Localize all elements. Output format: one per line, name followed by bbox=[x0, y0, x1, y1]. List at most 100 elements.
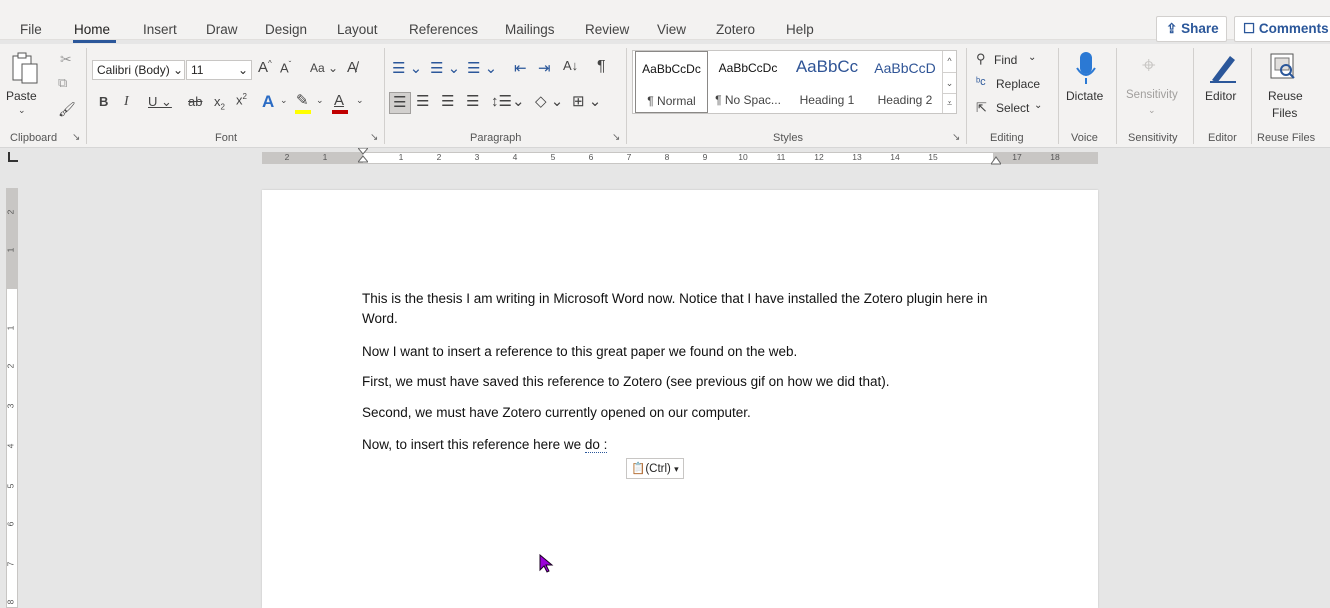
font-launcher-icon[interactable]: ↘ bbox=[370, 132, 378, 143]
ruler-number: 5 bbox=[5, 483, 16, 489]
group-divider bbox=[384, 48, 385, 144]
mouse-cursor-icon bbox=[539, 554, 554, 573]
align-center-icon[interactable]: ☰ bbox=[416, 94, 429, 109]
bold-icon[interactable]: B bbox=[99, 95, 108, 108]
paragraph-1[interactable]: This is the thesis I am writing in Micro… bbox=[362, 289, 1002, 329]
font-color-icon[interactable]: A bbox=[334, 93, 344, 108]
style-heading-1[interactable]: AaBbCc Heading 1 bbox=[788, 51, 866, 113]
ruler-number: 14 bbox=[890, 152, 900, 162]
tab-layout[interactable]: Layout bbox=[337, 22, 378, 37]
chevron-down-icon[interactable]: ⌄ bbox=[280, 96, 288, 105]
tab-review[interactable]: Review bbox=[585, 22, 629, 37]
tab-view[interactable]: View bbox=[657, 22, 686, 37]
styles-launcher-icon[interactable]: ↘ bbox=[952, 132, 960, 143]
ruler-number: 6 bbox=[5, 521, 16, 527]
strikethrough-icon[interactable]: ab bbox=[188, 95, 202, 108]
gallery-more-icon[interactable]: ⩡ bbox=[942, 93, 956, 113]
dictate-button[interactable]: Dictate bbox=[1062, 50, 1110, 120]
tab-zotero[interactable]: Zotero bbox=[716, 22, 755, 37]
ruler-left-margin bbox=[263, 153, 363, 163]
paragraph-5-text: Now, to insert this reference here we bbox=[362, 437, 585, 452]
reuse-files-button[interactable]: Reuse Files bbox=[1256, 50, 1312, 122]
tab-stop-selector[interactable] bbox=[8, 152, 18, 162]
change-case-button[interactable]: Aa ⌄ bbox=[310, 62, 338, 74]
align-right-icon[interactable]: ☰ bbox=[441, 94, 454, 109]
style-no-spacing[interactable]: AaBbCcDc ¶ No Spac... bbox=[710, 51, 786, 113]
chevron-down-icon[interactable]: ⌄ bbox=[316, 96, 324, 105]
shading-icon[interactable]: ◇ ⌄ bbox=[535, 94, 563, 109]
superscript-icon[interactable]: x2 bbox=[236, 93, 247, 107]
bullets-icon[interactable]: ☰ ⌄ bbox=[392, 61, 422, 76]
tab-design[interactable]: Design bbox=[265, 22, 307, 37]
paragraph-3[interactable]: First, we must have saved this reference… bbox=[362, 372, 1002, 392]
paragraph-5[interactable]: Now, to insert this reference here we do… bbox=[362, 435, 1002, 455]
clipboard-icon: 📋 bbox=[631, 463, 646, 475]
gallery-scroll-up-icon[interactable]: ^ bbox=[942, 51, 956, 72]
vertical-ruler-top-margin bbox=[7, 189, 17, 289]
multilevel-list-icon[interactable]: ☰ ⌄ bbox=[467, 61, 497, 76]
line-spacing-icon[interactable]: ↕☰⌄ bbox=[491, 94, 525, 109]
paragraph-launcher-icon[interactable]: ↘ bbox=[612, 132, 620, 143]
find-button[interactable]: ⚲ Find ⌄ bbox=[976, 52, 1046, 70]
select-button[interactable]: ⇱ Select ⌄ bbox=[976, 100, 1046, 118]
gallery-scroll-down-icon[interactable]: ⌄ bbox=[942, 72, 956, 93]
paragraph-4[interactable]: Second, we must have Zotero currently op… bbox=[362, 403, 1002, 423]
tab-insert[interactable]: Insert bbox=[143, 22, 177, 37]
cut-icon[interactable]: ✂ bbox=[60, 52, 72, 66]
paste-options-button[interactable]: 📋(Ctrl) ▾ bbox=[626, 458, 684, 479]
justify-icon[interactable]: ☰ bbox=[466, 94, 479, 109]
tab-help[interactable]: Help bbox=[786, 22, 814, 37]
right-indent-marker[interactable] bbox=[991, 155, 1001, 165]
chevron-down-icon: ⌄ bbox=[18, 105, 26, 115]
tab-home[interactable]: Home bbox=[74, 22, 110, 37]
underline-icon[interactable]: U ⌄ bbox=[148, 95, 172, 108]
grow-font-icon[interactable]: A^ bbox=[258, 60, 272, 76]
text-effects-icon[interactable]: A bbox=[262, 93, 274, 110]
increase-indent-icon[interactable]: ⇥ bbox=[538, 61, 551, 76]
tab-draw[interactable]: Draw bbox=[206, 22, 238, 37]
ruler-number: 10 bbox=[738, 152, 748, 162]
highlight-color-swatch bbox=[295, 110, 311, 114]
group-divider bbox=[1251, 48, 1252, 144]
chevron-down-icon[interactable]: ⌄ bbox=[356, 96, 364, 105]
clear-formatting-icon[interactable]: A̸ bbox=[347, 60, 357, 75]
highlight-icon[interactable]: ✎ bbox=[296, 93, 309, 108]
style-heading-2[interactable]: AaBbCcD Heading 2 bbox=[868, 51, 942, 113]
editor-button[interactable]: Editor bbox=[1199, 50, 1247, 120]
left-indent-marker[interactable] bbox=[358, 148, 368, 164]
show-formatting-icon[interactable]: ¶ bbox=[597, 59, 606, 75]
italic-icon[interactable]: I bbox=[124, 95, 129, 109]
tab-references[interactable]: References bbox=[409, 22, 478, 37]
horizontal-ruler[interactable]: 2 1 1 2 3 4 5 6 7 8 9 10 11 12 13 14 15 … bbox=[262, 148, 1098, 165]
numbering-icon[interactable]: ☰ ⌄ bbox=[430, 61, 460, 76]
paragraph-2[interactable]: Now I want to insert a reference to this… bbox=[362, 342, 1002, 362]
shrink-font-icon[interactable]: Aˇ bbox=[280, 61, 291, 75]
grammar-flagged-text[interactable]: do : bbox=[584, 437, 608, 453]
format-painter-icon[interactable]: 🖌 bbox=[58, 102, 76, 116]
style-normal[interactable]: AaBbCcDc ¶ Normal bbox=[635, 51, 708, 113]
vertical-ruler[interactable]: 2 1 1 2 3 4 5 6 7 8 bbox=[5, 188, 18, 608]
decrease-indent-icon[interactable]: ⇤ bbox=[514, 61, 527, 76]
clipboard-launcher-icon[interactable]: ↘ bbox=[72, 132, 80, 143]
chevron-down-icon: ⌄ bbox=[1034, 100, 1043, 111]
borders-icon[interactable]: ⊞ ⌄ bbox=[572, 94, 601, 109]
replace-button[interactable]: ᵇc Replace bbox=[976, 76, 1046, 94]
search-icon: ⚲ bbox=[976, 51, 986, 66]
sort-icon[interactable]: A↓ bbox=[563, 59, 578, 72]
group-divider bbox=[626, 48, 627, 144]
comments-button[interactable]: ☐ Comments bbox=[1234, 16, 1330, 42]
paste-button[interactable]: Paste ⌄ bbox=[6, 50, 42, 120]
copy-icon[interactable]: ⧉ bbox=[58, 76, 67, 89]
sensitivity-button[interactable]: ⌖ Sensitivity ⌄ bbox=[1122, 50, 1186, 120]
ruler-number: 1 bbox=[398, 152, 404, 162]
replace-icon: ᵇc bbox=[976, 76, 986, 88]
subscript-icon[interactable]: x2 bbox=[214, 95, 225, 112]
font-size-dropdown[interactable]: 11 ⌄ bbox=[186, 60, 252, 80]
tab-mailings[interactable]: Mailings bbox=[505, 22, 555, 37]
ruler-number: 1 bbox=[5, 325, 16, 331]
share-button[interactable]: ⇪ Share bbox=[1156, 16, 1227, 42]
document-page[interactable]: This is the thesis I am writing in Micro… bbox=[262, 190, 1098, 608]
align-left-button[interactable]: ☰ bbox=[389, 92, 411, 114]
font-name-dropdown[interactable]: Calibri (Body) ⌄ bbox=[92, 60, 185, 80]
tab-file[interactable]: File bbox=[20, 22, 42, 37]
